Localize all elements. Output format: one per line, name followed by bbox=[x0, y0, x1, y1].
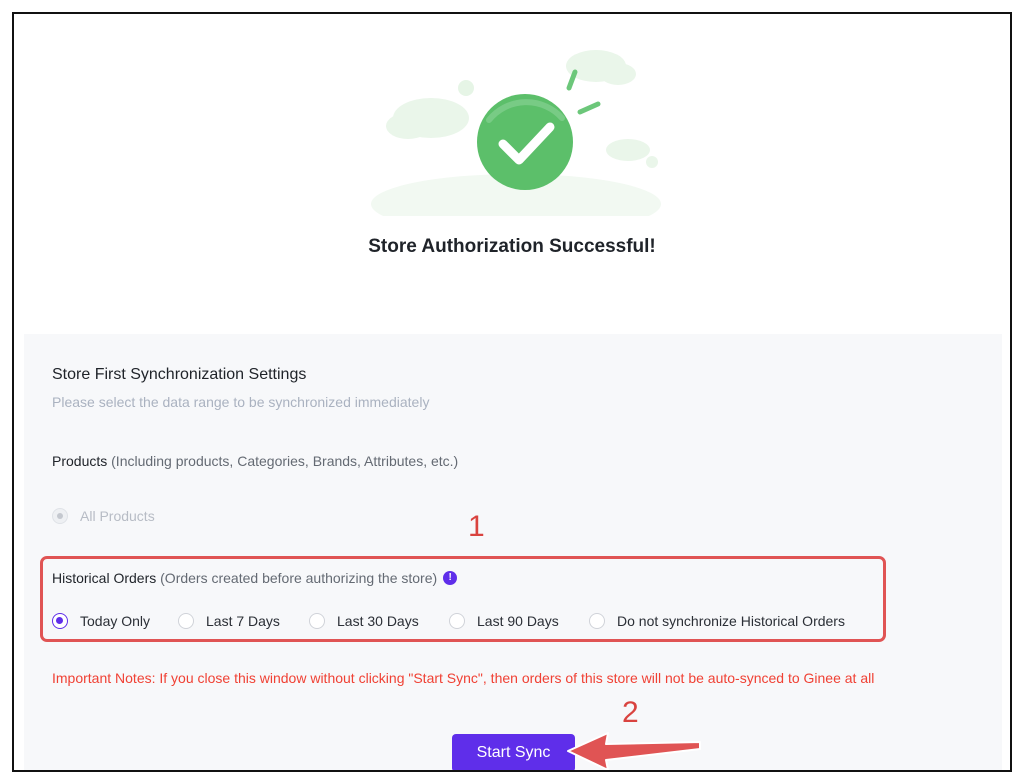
historical-orders-label: Historical Orders (Orders created before… bbox=[52, 570, 458, 586]
settings-subtitle: Please select the data range to be synch… bbox=[52, 394, 430, 410]
radio-dot bbox=[309, 613, 325, 629]
radio-label: All Products bbox=[80, 508, 155, 524]
products-label: Products (Including products, Categories… bbox=[52, 453, 458, 469]
radio-label: Do not synchronize Historical Orders bbox=[617, 613, 845, 629]
radio-label: Last 7 Days bbox=[206, 613, 280, 629]
radio-dot bbox=[449, 613, 465, 629]
sync-settings-panel: Store First Synchronization Settings Ple… bbox=[24, 334, 1002, 770]
radio-last-90-days[interactable]: Last 90 Days bbox=[449, 613, 559, 629]
start-sync-button[interactable]: Start Sync bbox=[452, 734, 575, 770]
step-marker-1: 1 bbox=[468, 510, 485, 543]
check-circle-icon bbox=[371, 50, 661, 216]
authorization-window: Store Authorization Successful! Store Fi… bbox=[12, 12, 1012, 772]
exclamation-icon[interactable]: ! bbox=[443, 571, 458, 585]
radio-last-7-days[interactable]: Last 7 Days bbox=[178, 613, 280, 629]
important-notes: Important Notes: If you close this windo… bbox=[52, 670, 875, 686]
products-label-text: Products bbox=[52, 453, 108, 469]
radio-dot bbox=[589, 613, 605, 629]
annotation-highlight-box bbox=[40, 556, 886, 642]
historical-orders-label-text: Historical Orders bbox=[52, 570, 157, 586]
radio-today-only[interactable]: Today Only bbox=[52, 613, 150, 629]
radio-no-historical-sync[interactable]: Do not synchronize Historical Orders bbox=[589, 613, 845, 629]
success-title: Store Authorization Successful! bbox=[368, 236, 656, 257]
annotation-arrow-icon bbox=[567, 732, 701, 770]
radio-label: Today Only bbox=[80, 613, 151, 629]
radio-dot bbox=[52, 613, 68, 629]
radio-label: Last 90 Days bbox=[477, 613, 559, 629]
radio-dot bbox=[52, 508, 68, 524]
radio-all-products: All Products bbox=[52, 508, 155, 524]
settings-title: Store First Synchronization Settings bbox=[52, 366, 307, 383]
radio-label: Last 30 Days bbox=[337, 613, 419, 629]
products-hint: (Including products, Categories, Brands,… bbox=[111, 453, 459, 469]
radio-last-30-days[interactable]: Last 30 Days bbox=[309, 613, 419, 629]
historical-orders-hint: (Orders created before authorizing the s… bbox=[160, 570, 438, 586]
radio-dot bbox=[178, 613, 194, 629]
success-hero: Store Authorization Successful! bbox=[14, 14, 1010, 332]
